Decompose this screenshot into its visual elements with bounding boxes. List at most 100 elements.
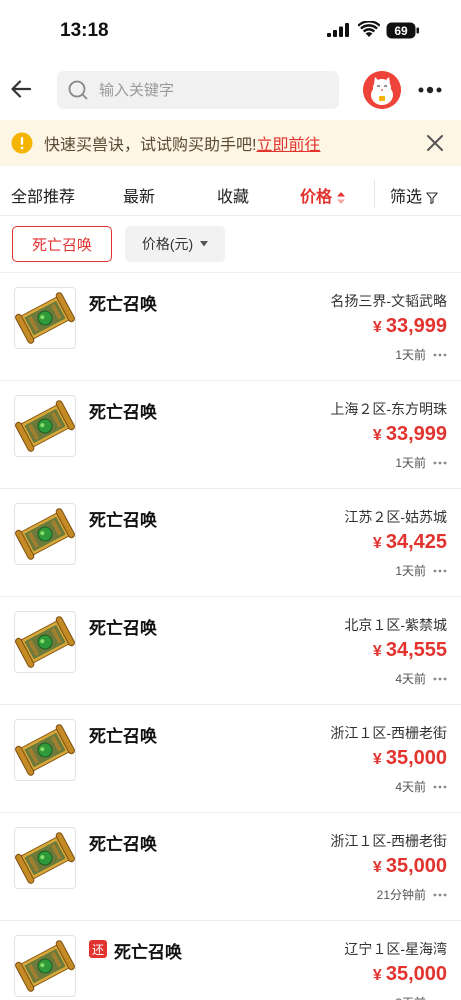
status-time: 13:18 <box>60 20 109 41</box>
more-dots-icon[interactable] <box>433 353 447 357</box>
search-box[interactable] <box>57 71 339 109</box>
item-title: 死亡召唤 <box>89 295 157 314</box>
item-server: 上海２区-东方明珠 <box>330 401 447 417</box>
active-filter-chip[interactable]: 死亡召唤 <box>12 226 112 262</box>
lucky-cat-avatar-icon[interactable] <box>363 71 401 109</box>
item-time: 21分钟前 <box>376 888 426 902</box>
listing-item[interactable]: 还死亡召唤 辽宁１区-星海湾 ¥35,000 3天前 <box>0 920 461 1000</box>
price-value: 34,555 <box>385 639 447 661</box>
banner-message: 快速买兽诀，试试购买助手吧!立即前往 <box>44 131 320 155</box>
item-meta: 3天前 <box>395 994 447 1000</box>
item-title: 死亡召唤 <box>89 835 157 854</box>
item-server: 辽宁１区-星海湾 <box>344 941 447 957</box>
currency-symbol: ¥ <box>372 643 382 660</box>
item-price: ¥33,999 <box>373 423 447 446</box>
tab-price-label: 价格 <box>300 189 333 206</box>
item-title: 死亡召唤 <box>89 619 157 638</box>
currency-symbol: ¥ <box>372 859 382 876</box>
skill-scroll-icon <box>15 508 75 560</box>
more-dots-icon[interactable] <box>433 569 447 573</box>
item-server: 名扬三界-文韬武略 <box>330 293 447 309</box>
filter-chips: 死亡召唤 价格(元) <box>0 222 461 268</box>
item-price: ¥34,555 <box>373 639 447 662</box>
skill-scroll-icon <box>15 940 75 992</box>
tab-filter[interactable]: 筛选 <box>390 183 438 207</box>
listing-item[interactable]: 死亡召唤 浙江１区-西栅老街 ¥35,000 4天前 <box>0 704 461 812</box>
item-time: 1天前 <box>395 456 426 470</box>
item-price: ¥33,999 <box>373 315 447 338</box>
item-price: ¥34,425 <box>373 531 447 554</box>
warning-icon <box>11 132 33 154</box>
tab-latest[interactable]: 最新 <box>123 183 155 207</box>
caret-down-icon <box>200 241 209 247</box>
item-time: 4天前 <box>395 672 426 686</box>
skill-scroll-icon <box>15 400 75 452</box>
tab-recommended[interactable]: 全部推荐 <box>11 183 75 207</box>
listing-item[interactable]: 死亡召唤 浙江１区-西栅老街 ¥35,000 21分钟前 <box>0 812 461 920</box>
skill-scroll-icon <box>15 616 75 668</box>
top-navigation <box>0 60 461 120</box>
battery-indicator: 69 <box>386 22 420 39</box>
skill-scroll-icon <box>15 724 75 776</box>
close-icon[interactable] <box>423 131 447 155</box>
item-thumbnail <box>14 395 76 457</box>
price-value: 35,000 <box>385 855 447 877</box>
more-dots-icon[interactable] <box>433 893 447 897</box>
more-dots-icon <box>418 86 442 94</box>
item-title: 死亡召唤 <box>89 403 157 422</box>
item-meta: 4天前 <box>395 670 447 687</box>
search-icon <box>68 80 88 100</box>
item-price: ¥35,000 <box>373 747 447 770</box>
item-time: 4天前 <box>395 780 426 794</box>
item-time: 3天前 <box>395 994 426 1000</box>
price-unit-label: 价格(元) <box>141 236 194 252</box>
search-input[interactable] <box>99 81 329 99</box>
more-dots-icon[interactable] <box>433 785 447 789</box>
currency-symbol: ¥ <box>372 535 382 552</box>
price-value: 34,425 <box>385 531 447 553</box>
item-price: ¥35,000 <box>373 963 447 986</box>
tab-price[interactable]: 价格 <box>300 183 346 207</box>
price-value: 33,999 <box>385 315 447 337</box>
more-options-button[interactable] <box>414 79 446 101</box>
more-dots-icon[interactable] <box>433 461 447 465</box>
item-thumbnail <box>14 611 76 673</box>
price-value: 33,999 <box>385 423 447 445</box>
back-button[interactable] <box>6 74 36 104</box>
item-thumbnail <box>14 503 76 565</box>
item-time: 1天前 <box>395 564 426 578</box>
price-value: 35,000 <box>385 747 447 769</box>
filter-icon <box>426 192 438 204</box>
currency-symbol: ¥ <box>372 751 382 768</box>
tab-divider <box>374 180 375 208</box>
item-server: 浙江１区-西栅老街 <box>330 725 447 741</box>
item-title: 死亡召唤 <box>114 943 182 962</box>
banner-text: 快速买兽诀，试试购买助手吧! <box>44 137 257 154</box>
listing-list: 死亡召唤 名扬三界-文韬武略 ¥33,999 1天前 死亡召唤 上海２区-东方明珠 ¥33… <box>0 272 461 1000</box>
avatar-cat-illustration <box>363 71 401 109</box>
tab-favorites[interactable]: 收藏 <box>217 183 249 207</box>
item-server: 江苏２区-姑苏城 <box>344 509 447 525</box>
listing-item[interactable]: 死亡召唤 上海２区-东方明珠 ¥33,999 1天前 <box>0 380 461 488</box>
item-meta: 21分钟前 <box>377 886 447 903</box>
skill-scroll-icon <box>15 292 75 344</box>
item-title: 死亡召唤 <box>89 727 157 746</box>
listing-item[interactable]: 死亡召唤 江苏２区-姑苏城 ¥34,425 1天前 <box>0 488 461 596</box>
sort-tabs: 全部推荐 最新 收藏 价格 筛选 <box>0 172 461 216</box>
currency-symbol: ¥ <box>372 427 382 444</box>
currency-symbol: ¥ <box>372 967 382 984</box>
banner-link[interactable]: 立即前往 <box>256 137 320 154</box>
item-meta: 1天前 <box>395 562 447 579</box>
item-server: 浙江１区-西栅老街 <box>330 833 447 849</box>
price-unit-select[interactable]: 价格(元) <box>125 226 225 262</box>
listing-item[interactable]: 死亡召唤 名扬三界-文韬武略 ¥33,999 1天前 <box>0 272 461 380</box>
currency-symbol: ¥ <box>372 319 382 336</box>
item-thumbnail <box>14 827 76 889</box>
item-thumbnail <box>14 287 76 349</box>
skill-scroll-icon <box>15 832 75 884</box>
item-price: ¥35,000 <box>373 855 447 878</box>
promo-banner: 快速买兽诀，试试购买助手吧!立即前往 <box>0 120 461 166</box>
listing-item[interactable]: 死亡召唤 北京１区-紫禁城 ¥34,555 4天前 <box>0 596 461 704</box>
status-bar: 13:18 69 <box>0 0 461 58</box>
more-dots-icon[interactable] <box>433 677 447 681</box>
